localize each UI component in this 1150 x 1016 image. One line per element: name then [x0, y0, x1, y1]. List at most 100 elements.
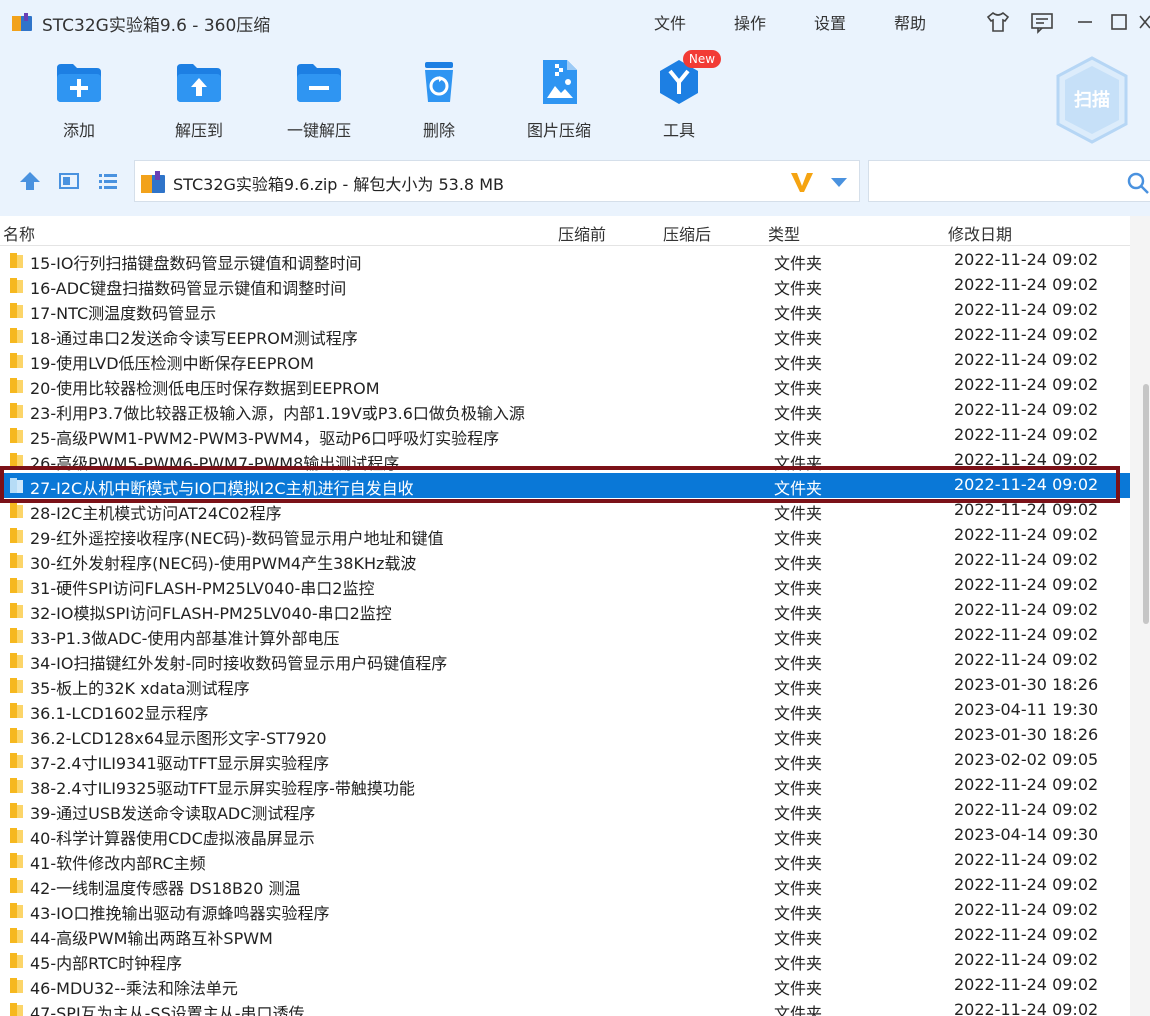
thumbnail-view-icon[interactable] [57, 169, 81, 193]
file-name: 16-ADC键盘扫描数码管显示键值和调整时间 [30, 279, 347, 298]
file-type: 文件夹 [774, 304, 823, 323]
menu-help[interactable]: 帮助 [894, 10, 926, 34]
col-before[interactable]: 压缩前 [558, 221, 606, 245]
table-row[interactable]: 36.2-LCD128x64显示图形文字-ST7920 文件夹 2023-01-30… [0, 723, 1130, 748]
feedback-icon[interactable] [1029, 10, 1055, 34]
tools-button[interactable]: 工具 [629, 58, 729, 142]
table-row[interactable]: 31-硬件SPI访问FLASH-PM25LV040-串口2监控 文件夹 2022-1… [0, 573, 1130, 598]
table-row[interactable]: 42-一线制温度传感器 DS18B20 测温 文件夹 2022-11-24 09:0… [0, 873, 1130, 898]
file-name: 42-一线制温度传感器 DS18B20 测温 [30, 879, 301, 898]
table-row[interactable]: 40-科学计算器使用CDC虚拟液晶屏显示 文件夹 2023-04-14 09:30 [0, 823, 1130, 848]
table-row[interactable]: 26-高级PWM5-PWM6-PWM7-PWM8输出测试程序 文件夹 2022-11… [0, 448, 1130, 473]
table-row[interactable]: 16-ADC键盘扫描数码管显示键值和调整时间 文件夹 2022-11-24 09:0… [0, 273, 1130, 298]
file-date: 2022-11-24 09:02 [954, 625, 1099, 644]
table-row[interactable]: 17-NTC测温度数码管显示 文件夹 2022-11-24 09:02 [0, 298, 1130, 323]
table-row[interactable]: 28-I2C主机模式访问AT24C02程序 文件夹 2022-11-24 09:02 [0, 498, 1130, 523]
file-date: 2022-11-24 09:02 [954, 975, 1099, 994]
v-logo-icon[interactable] [789, 169, 815, 195]
up-arrow-icon[interactable] [18, 169, 42, 193]
file-date: 2022-11-24 09:02 [954, 600, 1099, 619]
file-type: 文件夹 [774, 429, 823, 448]
table-row[interactable]: 39-通过USB发送命令读取ADC测试程序 文件夹 2022-11-24 09:02 [0, 798, 1130, 823]
table-row[interactable]: 43-IO口推挽输出驱动有源蜂鸣器实验程序 文件夹 2022-11-24 09:02 [0, 898, 1130, 923]
folder-icon [10, 428, 23, 443]
col-modified[interactable]: 修改日期 [948, 221, 1012, 245]
file-name: 19-使用LVD低压检测中断保存EEPROM [30, 354, 314, 373]
file-date: 2022-11-24 09:02 [954, 550, 1099, 569]
table-row[interactable]: 38-2.4寸ILI9325驱动TFT显示屏实验程序-带触摸功能 文件夹 2022-… [0, 773, 1130, 798]
table-row[interactable]: 20-使用比较器检测低电压时保存数据到EEPROM 文件夹 2022-11-24 0… [0, 373, 1130, 398]
menu-file[interactable]: 文件 [654, 10, 686, 34]
file-name: 39-通过USB发送命令读取ADC测试程序 [30, 804, 316, 823]
col-type[interactable]: 类型 [768, 221, 800, 245]
extract-to-button[interactable]: 解压到 [149, 58, 249, 142]
table-row[interactable]: 45-内部RTC时钟程序 文件夹 2022-11-24 09:02 [0, 948, 1130, 973]
folder-icon [10, 753, 23, 768]
table-row[interactable]: 27-I2C从机中断模式与IO口模拟I2C主机进行自发自收 文件夹 2022-11-… [0, 473, 1130, 498]
folder-icon [10, 853, 23, 868]
folder-icon [10, 778, 23, 793]
table-row[interactable]: 35-板上的32K xdata测试程序 文件夹 2023-01-30 18:26 [0, 673, 1130, 698]
table-row[interactable]: 29-红外遥控接收程序(NEC码)-数码管显示用户地址和键值 文件夹 2022-11… [0, 523, 1130, 548]
scrollbar-thumb[interactable] [1143, 384, 1149, 624]
folder-icon [10, 553, 23, 568]
table-row[interactable]: 32-IO模拟SPI访问FLASH-PM25LV040-串口2监控 文件夹 2022… [0, 598, 1130, 623]
table-row[interactable]: 34-IO扫描键红外发射-同时接收数码管显示用户码键值程序 文件夹 2022-11-… [0, 648, 1130, 673]
list-view-icon[interactable] [96, 169, 120, 193]
file-type: 文件夹 [774, 704, 823, 723]
file-date: 2022-11-24 09:02 [954, 950, 1099, 969]
file-name: 37-2.4寸ILI9341驱动TFT显示屏实验程序 [30, 754, 330, 773]
add-button[interactable]: 添加 [29, 58, 129, 142]
table-row[interactable]: 41-软件修改内部RC主频 文件夹 2022-11-24 09:02 [0, 848, 1130, 873]
scan-button[interactable]: 扫描 [1054, 56, 1130, 144]
chevron-down-icon[interactable] [829, 175, 849, 189]
table-row[interactable]: 44-高级PWM输出两路互补SPWM 文件夹 2022-11-24 09:02 [0, 923, 1130, 948]
col-after[interactable]: 压缩后 [663, 221, 711, 245]
path-bar[interactable]: STC32G实验箱9.6.zip - 解包大小为 53.8 MB [134, 160, 860, 202]
file-name: 41-软件修改内部RC主频 [30, 854, 206, 873]
file-type: 文件夹 [774, 979, 823, 998]
search-input[interactable] [868, 160, 1150, 202]
table-row[interactable]: 33-P1.3做ADC-使用内部基准计算外部电压 文件夹 2022-11-24 09… [0, 623, 1130, 648]
tools-label: 工具 [662, 121, 695, 140]
path-text: STC32G实验箱9.6.zip - 解包大小为 53.8 MB [173, 175, 504, 194]
table-row[interactable]: 30-红外发射程序(NEC码)-使用PWM4产生38KHz载波 文件夹 2022-1… [0, 548, 1130, 573]
folder-icon [10, 328, 23, 343]
table-row[interactable]: 19-使用LVD低压检测中断保存EEPROM 文件夹 2022-11-24 09:0… [0, 348, 1130, 373]
skin-shirt-icon[interactable] [985, 10, 1011, 34]
table-row[interactable]: 18-通过串口2发送命令读写EEPROM测试程序 文件夹 2022-11-24 09… [0, 323, 1130, 348]
column-header: 名称 压缩前 压缩后 类型 修改日期 [0, 216, 1130, 246]
file-name: 40-科学计算器使用CDC虚拟液晶屏显示 [30, 829, 315, 848]
file-date: 2023-04-14 09:30 [954, 825, 1099, 844]
folder-icon [10, 503, 23, 518]
menu-settings[interactable]: 设置 [814, 10, 846, 34]
file-type: 文件夹 [774, 1004, 823, 1016]
search-icon[interactable] [1125, 170, 1150, 196]
image-compress-button[interactable]: 图片压缩 [509, 58, 609, 142]
file-date: 2022-11-24 09:02 [954, 925, 1099, 944]
close-icon[interactable] [1136, 10, 1150, 34]
file-type: 文件夹 [774, 754, 823, 773]
file-type: 文件夹 [774, 579, 823, 598]
col-name[interactable]: 名称 [3, 221, 35, 245]
file-date: 2022-11-24 09:02 [954, 325, 1099, 344]
folder-icon [10, 353, 23, 368]
table-row[interactable]: 46-MDU32--乘法和除法单元 文件夹 2022-11-24 09:02 [0, 973, 1130, 998]
maximize-icon[interactable] [1106, 10, 1132, 34]
table-row[interactable]: 36.1-LCD1602显示程序 文件夹 2023-04-11 19:30 [0, 698, 1130, 723]
file-type: 文件夹 [774, 779, 823, 798]
one-click-extract-button[interactable]: 一键解压 [269, 58, 369, 142]
table-row[interactable]: 37-2.4寸ILI9341驱动TFT显示屏实验程序 文件夹 2023-02-02 … [0, 748, 1130, 773]
table-row[interactable]: 47-SPI互为主从-SS设置主从-串口透传 文件夹 2022-11-24 09:0… [0, 998, 1130, 1016]
table-row[interactable]: 23-利用P3.7做比较器正极输入源，内部1.19V或P3.6口做负极输入源 文件… [0, 398, 1130, 423]
delete-button[interactable]: 删除 [389, 58, 489, 142]
file-date: 2023-02-02 09:05 [954, 750, 1099, 769]
menu-operate[interactable]: 操作 [734, 10, 766, 34]
file-name: 17-NTC测温度数码管显示 [30, 304, 217, 323]
table-row[interactable]: 15-IO行列扫描键盘数码管显示键值和调整时间 文件夹 2022-11-24 09:… [0, 248, 1130, 273]
table-row[interactable]: 25-高级PWM1-PWM2-PWM3-PWM4，驱动P6口呼吸灯实验程序 文件夹… [0, 423, 1130, 448]
file-name: 43-IO口推挽输出驱动有源蜂鸣器实验程序 [30, 904, 330, 923]
minimize-icon[interactable] [1072, 10, 1098, 34]
add-label: 添加 [62, 121, 95, 140]
file-date: 2023-01-30 18:26 [954, 725, 1099, 744]
